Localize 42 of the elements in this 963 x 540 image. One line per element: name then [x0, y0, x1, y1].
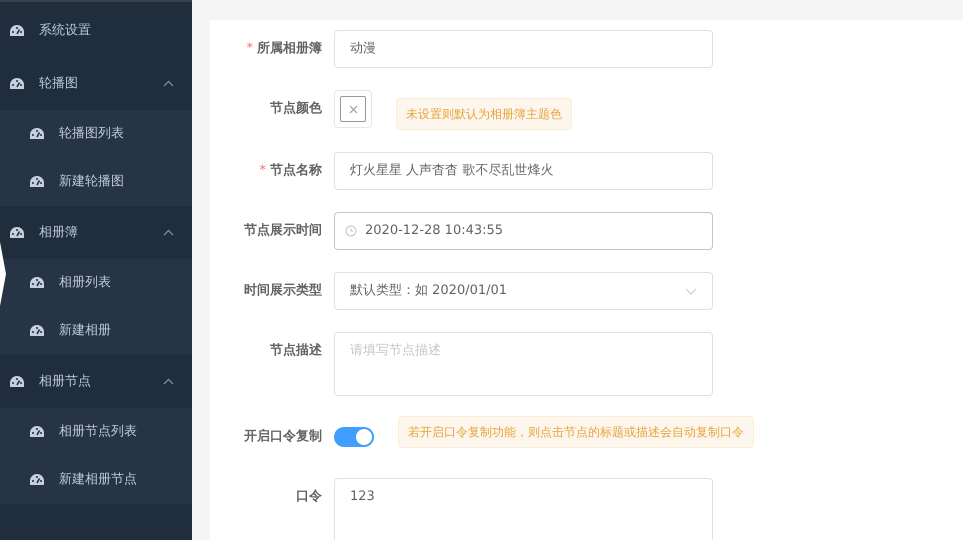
dashboard-icon	[30, 474, 44, 486]
datetime-input[interactable]: 2020-12-28 10:43:55	[334, 212, 713, 250]
dashboard-icon	[10, 24, 24, 36]
sidebar-menu-item[interactable]: 轮播图	[0, 57, 192, 110]
field-label: 节点描述	[269, 342, 323, 360]
field-label: * 所属相册簿	[246, 40, 323, 58]
dashboard-icon	[30, 277, 44, 289]
sidebar-submenu-item[interactable]: 新建轮播图	[6, 158, 192, 206]
field-label: * 节点名称	[258, 162, 323, 180]
sidebar-submenu-item[interactable]: 轮播图列表	[6, 110, 192, 158]
sidebar-submenu-item[interactable]: 相册节点列表	[6, 408, 192, 456]
field-label: 节点颜色	[269, 100, 323, 118]
sidebar-menu-item[interactable]: 系统设置	[0, 4, 192, 57]
dashboard-icon	[30, 426, 44, 438]
dashboard-icon	[10, 78, 24, 90]
color-picker[interactable]	[334, 90, 372, 128]
dashboard-icon	[30, 176, 44, 188]
sidebar-submenu-item[interactable]: 新建相册	[6, 307, 192, 355]
textarea-field[interactable]: 123	[334, 478, 713, 540]
sidebar-submenu-item[interactable]: 新建相册节点	[6, 456, 192, 504]
close-icon	[348, 104, 358, 114]
toggle-switch[interactable]	[334, 427, 374, 447]
sidebar-submenu-item[interactable]: 相册列表	[6, 259, 192, 307]
dashboard-icon	[10, 226, 24, 238]
dashboard-icon	[30, 128, 44, 140]
field-label: 时间展示类型	[243, 282, 323, 300]
hint-message: 若开启口令复制功能，则点击节点的标题或描述会自动复制口令	[398, 416, 754, 448]
sidebar-menu-item[interactable]: 相册节点	[0, 355, 192, 408]
dashboard-icon	[10, 376, 24, 388]
sidebar-menu-item[interactable]: 相册簿	[0, 206, 192, 259]
select-field[interactable]: 默认类型：如 2020/01/01	[334, 272, 713, 310]
field-label: 开启口令复制	[243, 428, 323, 446]
dashboard-icon	[30, 325, 44, 337]
text-input[interactable]: 灯火星星 人声杳杳 歌不尽乱世烽火	[334, 152, 713, 190]
field-label: 口令	[295, 488, 323, 506]
clock-icon	[345, 225, 357, 237]
hint-message: 未设置则默认为相册簿主题色	[396, 98, 572, 130]
textarea-field[interactable]: 请填写节点描述	[334, 332, 713, 396]
text-input[interactable]: 动漫	[334, 30, 713, 68]
chevron-down-icon	[685, 288, 697, 294]
field-label: 节点展示时间	[243, 222, 323, 240]
sidebar-handle[interactable]	[0, 242, 6, 306]
